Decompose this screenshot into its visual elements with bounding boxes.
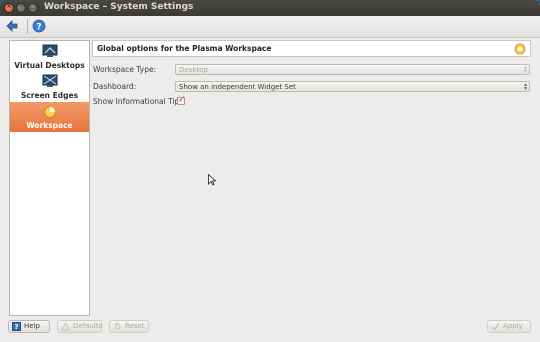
sidebar-item-virtual-desktops[interactable]: Virtual Desktops	[10, 42, 89, 72]
updown-arrow-icon: ▴ ▾	[523, 64, 527, 75]
back-arrow-icon	[6, 20, 18, 32]
help-label: Help	[24, 322, 40, 330]
sidebar-item-workspace[interactable]: Workspace	[10, 102, 89, 132]
close-window-button[interactable]: ×	[4, 2, 14, 13]
page-title: Global options for the Plasma Workspace	[97, 44, 272, 53]
reset-button[interactable]: Reset	[109, 320, 149, 333]
sidebar-item-label: Workspace	[26, 121, 73, 130]
informational-tips-label: Show Informational Tips:	[93, 97, 186, 106]
updown-arrow-icon: ▴ ▾	[523, 81, 527, 92]
minimize-icon: –	[19, 2, 23, 10]
informational-tips-checkbox[interactable]: ✓	[177, 95, 186, 105]
workspace-icon	[44, 106, 56, 118]
svg-text:?: ?	[14, 323, 18, 331]
panel-header: Global options for the Plasma Workspace	[92, 40, 531, 57]
plasma-logo-icon	[514, 43, 526, 55]
virtual-desktops-icon	[42, 44, 58, 57]
workspace-type-select[interactable]: Desktop ▴ ▾	[175, 64, 530, 75]
apply-check-icon	[491, 323, 500, 331]
window-title: Workspace – System Settings	[44, 2, 194, 12]
defaults-button[interactable]: Defaults	[57, 320, 102, 333]
title-bar[interactable]: × – □ Workspace – System Settings	[0, 0, 540, 16]
checkmark-icon: ✓	[178, 95, 186, 105]
back-button[interactable]	[5, 19, 19, 33]
workspace-type-value: Desktop	[179, 66, 208, 74]
mouse-pointer-icon	[208, 174, 216, 186]
defaults-label: Defaults	[73, 322, 103, 330]
dashboard-value: Show an independent Widget Set	[179, 83, 296, 91]
sidebar-item-screen-edges[interactable]: Screen Edges	[10, 72, 89, 102]
category-sidebar: Virtual Desktops Screen Edges Workspace	[9, 40, 90, 316]
workspace-type-label: Workspace Type:	[93, 65, 157, 74]
system-settings-window: × – □ Workspace – System Settings ? Virt…	[0, 0, 540, 342]
bottom-button-bar: ? Help Defaults Reset Apply	[0, 318, 540, 342]
workspace-options-panel: Global options for the Plasma Workspace …	[92, 40, 532, 316]
maximize-window-button[interactable]: □	[28, 2, 38, 13]
svg-text:?: ?	[36, 23, 41, 33]
minimize-window-button[interactable]: –	[16, 2, 26, 13]
apply-label: Apply	[503, 322, 523, 330]
help-icon: ?	[32, 19, 46, 33]
toolbar: ?	[0, 16, 540, 38]
apply-button[interactable]: Apply	[487, 320, 531, 333]
sidebar-item-label: Virtual Desktops	[14, 61, 85, 70]
help-button-bottom[interactable]: ? Help	[8, 320, 50, 333]
close-icon: ×	[6, 2, 12, 10]
help-button[interactable]: ?	[32, 19, 46, 33]
reset-icon	[114, 322, 121, 330]
help-icon: ?	[12, 322, 21, 331]
toolbar-separator	[27, 19, 28, 34]
dashboard-label: Dashboard:	[93, 82, 137, 91]
screen-edges-icon	[42, 74, 58, 87]
sidebar-item-label: Screen Edges	[20, 91, 79, 100]
reset-label: Reset	[125, 322, 145, 330]
maximize-icon: □	[29, 2, 37, 10]
defaults-icon	[61, 322, 70, 331]
dashboard-select[interactable]: Show an independent Widget Set ▴ ▾	[175, 81, 530, 92]
